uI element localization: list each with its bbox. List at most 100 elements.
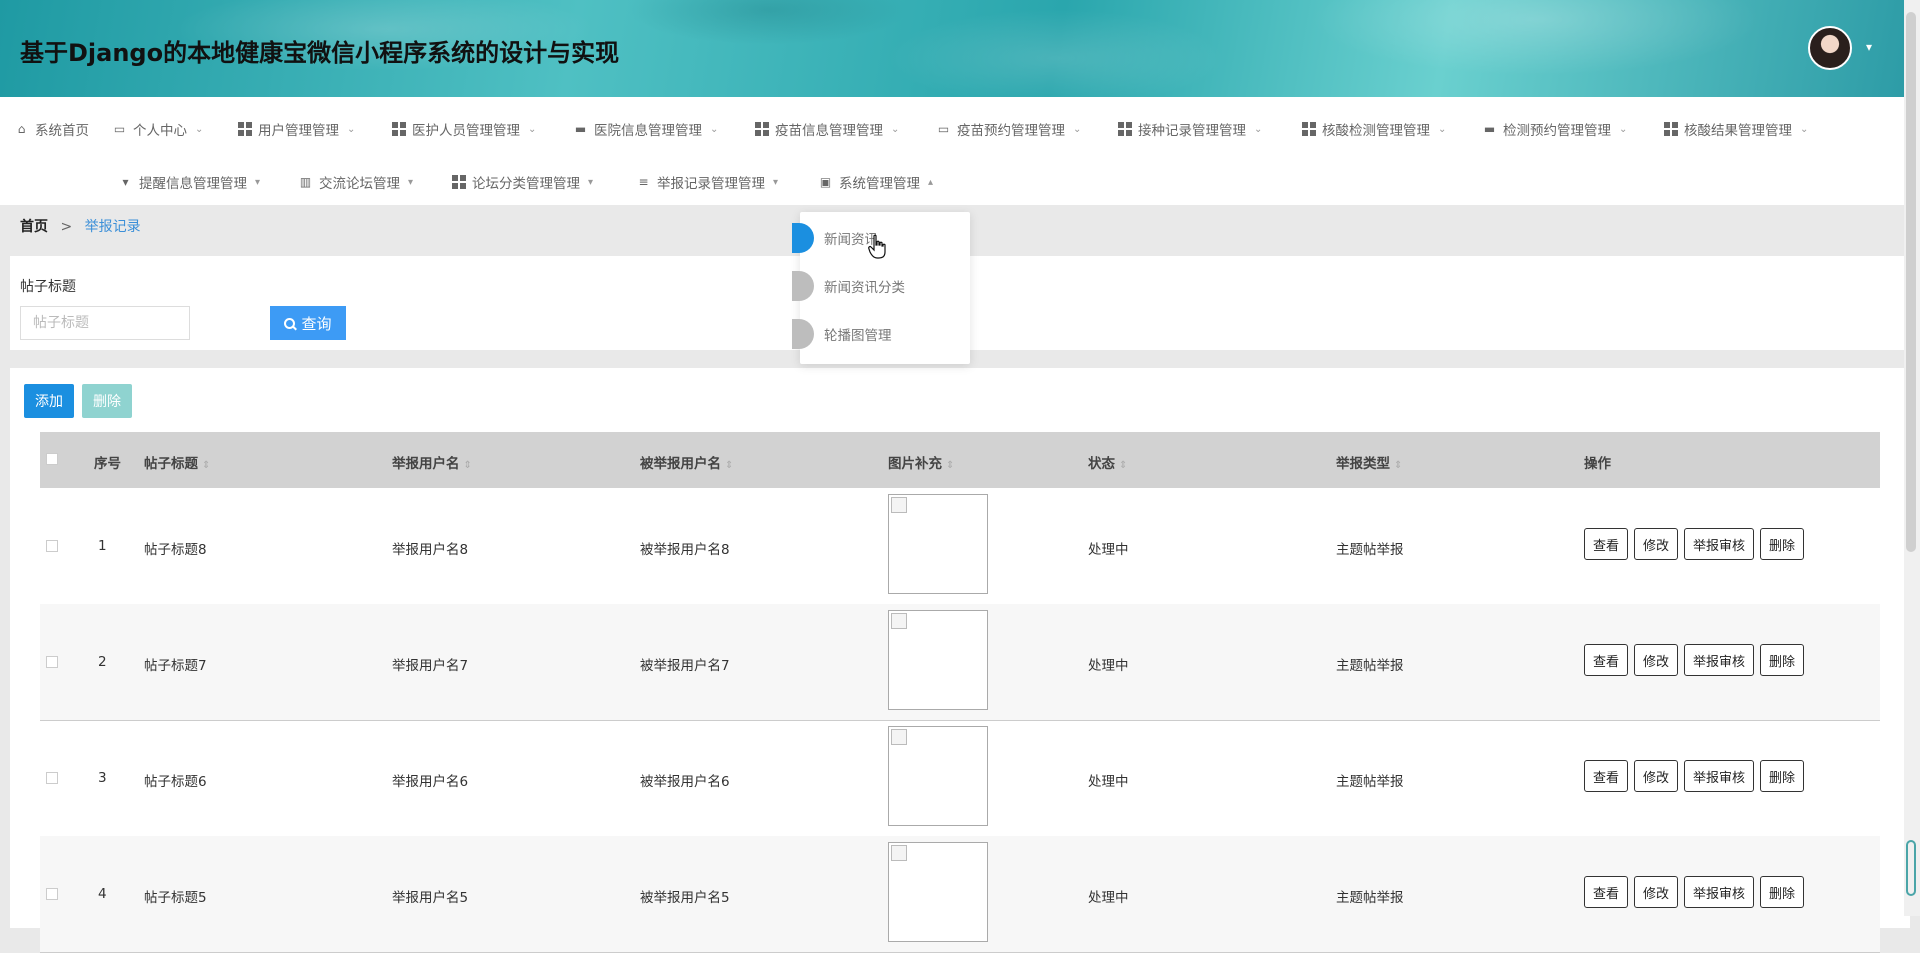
brush-icon: ▾: [122, 174, 129, 189]
cell-reported: 被举报用户名5: [640, 890, 730, 906]
search-label: 帖子标题: [20, 279, 76, 295]
cell-title: 帖子标题5: [144, 890, 207, 906]
search-button[interactable]: 查询: [270, 306, 346, 340]
cell-title: 帖子标题6: [144, 774, 207, 790]
cell-type: 主题帖举报: [1336, 542, 1404, 558]
nav-item-label: 疫苗信息管理管理: [775, 123, 883, 139]
table-header: 序号 帖子标题 ⇕ 举报用户名 ⇕ 被举报用户名 ⇕ 图片补充 ⇕ 状态 ⇕ 举报类型 ⇕ …: [40, 432, 1880, 488]
nav-item-row2-3[interactable]: ≡ 举报记录管理管理 ▾: [636, 172, 778, 193]
avatar[interactable]: [1808, 26, 1852, 70]
chevron-down-icon: ⌄: [1073, 123, 1082, 135]
nav-item-row2-4[interactable]: ▣ 系统管理管理 ▴: [818, 172, 933, 193]
dropdown-item-label: 轮播图管理: [824, 328, 892, 344]
dropdown-item-marker: [792, 319, 814, 349]
nav-item-row1-0[interactable]: ⌂ 系统首页: [14, 119, 89, 140]
nav-item-label: 检测预约管理管理: [1503, 123, 1611, 139]
add-button[interactable]: 添加: [24, 384, 74, 418]
row-checkbox[interactable]: [46, 772, 58, 784]
column-header-image[interactable]: 图片补充 ⇕: [888, 452, 954, 472]
delete-row-button[interactable]: 删除: [1760, 876, 1805, 908]
nav-item-label: 核酸结果管理管理: [1684, 123, 1792, 139]
cell-reported: 被举报用户名7: [640, 658, 730, 674]
cell-reported: 被举报用户名8: [640, 542, 730, 558]
chevron-down-icon: ⌄: [1254, 123, 1263, 135]
chevron-down-icon: ⌄: [528, 123, 537, 135]
breadcrumb-home[interactable]: 首页: [20, 219, 48, 235]
column-header-title[interactable]: 帖子标题 ⇕: [144, 452, 210, 472]
review-report-button[interactable]: 举报审核: [1684, 528, 1755, 560]
nav-item-row1-3[interactable]: 医护人员管理管理 ⌄: [392, 119, 536, 139]
review-report-button[interactable]: 举报审核: [1684, 876, 1755, 908]
breadcrumb-current: 举报记录: [84, 219, 141, 235]
column-header-reported[interactable]: 被举报用户名 ⇕: [640, 452, 733, 472]
edit-button[interactable]: 修改: [1634, 760, 1679, 792]
nav-item-row2-0[interactable]: ▾ 提醒信息管理管理 ▾: [118, 172, 260, 193]
review-report-button[interactable]: 举报审核: [1684, 644, 1755, 676]
delete-button[interactable]: 删除: [82, 384, 132, 418]
nav-item-row1-4[interactable]: ▬ 医院信息管理管理 ⌄: [573, 119, 719, 140]
broken-image-thumbnail[interactable]: [888, 610, 988, 710]
cell-type: 主题帖举报: [1336, 658, 1404, 674]
broken-image-thumbnail[interactable]: [888, 842, 988, 942]
nav-item-row1-8[interactable]: 核酸检测管理管理 ⌄: [1302, 119, 1446, 139]
view-button[interactable]: 查看: [1584, 876, 1629, 908]
view-button[interactable]: 查看: [1584, 760, 1629, 792]
nav-item-row1-10[interactable]: 核酸结果管理管理 ⌄: [1664, 119, 1808, 139]
nav-item-label: 系统首页: [35, 123, 89, 139]
broken-image-thumbnail[interactable]: [888, 726, 988, 826]
review-report-button[interactable]: 举报审核: [1684, 760, 1755, 792]
nav-item-row2-1[interactable]: ▥ 交流论坛管理 ▾: [298, 172, 414, 193]
column-header-type[interactable]: 举报类型 ⇕: [1336, 452, 1402, 472]
edit-button[interactable]: 修改: [1634, 876, 1679, 908]
delete-row-button[interactable]: 删除: [1760, 644, 1805, 676]
delete-row-button[interactable]: 删除: [1760, 528, 1805, 560]
cell-title: 帖子标题7: [144, 658, 207, 674]
dropdown-item[interactable]: 新闻资讯分类: [792, 266, 970, 306]
chevron-down-icon: ⌄: [1619, 123, 1628, 135]
delete-row-button[interactable]: 删除: [1760, 760, 1805, 792]
search-input[interactable]: [20, 306, 190, 340]
nav-item-row1-9[interactable]: ▬ 检测预约管理管理 ⌄: [1482, 119, 1628, 140]
cell-reporter: 举报用户名8: [392, 542, 469, 558]
grid-icon: [1664, 122, 1678, 136]
chevron-down-icon[interactable]: ▾: [1866, 40, 1872, 54]
cell-title: 帖子标题8: [144, 542, 207, 558]
select-all-checkbox[interactable]: [46, 453, 58, 465]
nav-item-label: 接种记录管理管理: [1138, 123, 1246, 139]
table-row: 1 帖子标题8 举报用户名8 被举报用户名8 处理中 主题帖举报 查看 修改 举报审核 删除: [40, 488, 1880, 605]
row-checkbox[interactable]: [46, 540, 58, 552]
nav-item-row1-7[interactable]: 接种记录管理管理 ⌄: [1118, 119, 1262, 139]
view-button[interactable]: 查看: [1584, 528, 1629, 560]
nav-item-row1-2[interactable]: 用户管理管理 ⌄: [238, 119, 355, 139]
cell-reported: 被举报用户名6: [640, 774, 730, 790]
row-checkbox[interactable]: [46, 888, 58, 900]
grid-icon: [452, 175, 466, 189]
sort-icon: ⇕: [725, 460, 734, 471]
column-header-index: 序号: [94, 456, 121, 472]
nav-item-label: 疫苗预约管理管理: [957, 123, 1065, 139]
view-button[interactable]: 查看: [1584, 644, 1629, 676]
edit-button[interactable]: 修改: [1634, 644, 1679, 676]
nav-item-row2-2[interactable]: 论坛分类管理管理 ▾: [452, 172, 593, 192]
broken-image-thumbnail[interactable]: [888, 494, 988, 594]
row-checkbox[interactable]: [46, 656, 58, 668]
nav-item-label: 用户管理管理: [258, 123, 339, 139]
dropdown-item[interactable]: 轮播图管理: [792, 314, 970, 354]
chevron-down-icon: ▾: [408, 176, 414, 188]
nav-item-row1-6[interactable]: ▭ 疫苗预约管理管理 ⌄: [936, 119, 1082, 140]
column-header-status[interactable]: 状态 ⇕: [1088, 452, 1127, 472]
ticket-icon: ▬: [1483, 121, 1496, 136]
chevron-down-icon: ▾: [588, 176, 594, 188]
chevron-down-icon: ⌄: [710, 123, 719, 135]
column-header-reporter[interactable]: 举报用户名 ⇕: [392, 452, 472, 472]
cell-reporter: 举报用户名6: [392, 774, 469, 790]
nav-item-label: 举报记录管理管理: [657, 176, 765, 192]
scroll-indicator[interactable]: [1906, 840, 1916, 896]
nav-item-row1-1[interactable]: ▭ 个人中心 ⌄: [112, 119, 204, 140]
cell-type: 主题帖举报: [1336, 774, 1404, 790]
scrollbar-thumb[interactable]: [1906, 12, 1916, 552]
nav-item-row1-5[interactable]: 疫苗信息管理管理 ⌄: [755, 119, 899, 139]
edit-button[interactable]: 修改: [1634, 528, 1679, 560]
hand-cursor-icon: [868, 234, 886, 259]
cell-reporter: 举报用户名7: [392, 658, 469, 674]
